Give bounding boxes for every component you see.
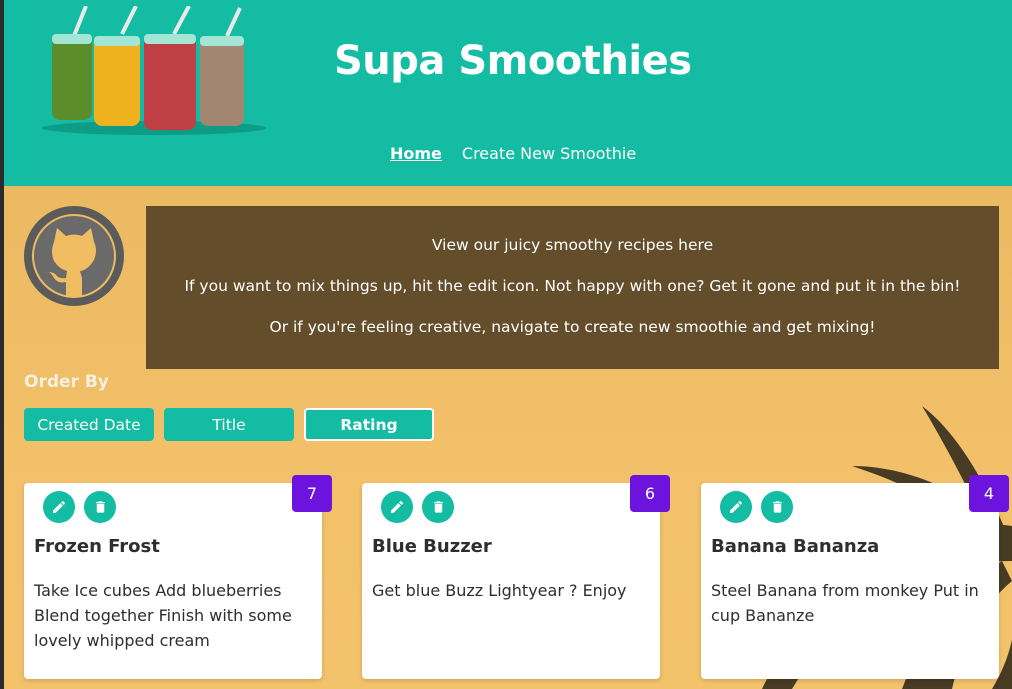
smoothie-method: Get blue Buzz Lightyear ? Enjoy	[372, 581, 627, 600]
main-nav: Home Create New Smoothie	[390, 144, 636, 163]
edit-button[interactable]	[381, 491, 413, 523]
site-title: Supa Smoothies	[334, 38, 692, 84]
smoothie-card: 7 Frozen Frost Take Ice cubes Add bluebe…	[24, 475, 332, 679]
smoothie-method: Take Ice cubes Add blueberries Blend tog…	[34, 581, 292, 650]
pencil-icon	[730, 500, 742, 513]
delete-button[interactable]	[761, 491, 793, 523]
trash-icon	[433, 501, 443, 513]
smoothie-title: Banana Bananza	[711, 536, 880, 557]
intro-panel: View our juicy smoothy recipes here If y…	[146, 206, 999, 369]
pencil-icon	[53, 500, 65, 513]
smoothie-title: Frozen Frost	[34, 536, 160, 557]
site-header: Supa Smoothies Home Create New Smoothie	[4, 0, 1012, 186]
smoothie-glasses-image	[42, 6, 266, 135]
nav-create-smoothie-link[interactable]: Create New Smoothie	[462, 144, 636, 163]
intro-line-3: Or if you're feeling creative, navigate …	[269, 318, 876, 336]
intro-line-2: If you want to mix things up, hit the ed…	[184, 277, 961, 295]
sort-title-button[interactable]: Title	[164, 408, 294, 441]
trash-icon	[95, 501, 105, 513]
smoothie-card: 6 Blue Buzzer Get blue Buzz Lightyear ? …	[362, 475, 670, 679]
smoothie-title: Blue Buzzer	[372, 536, 492, 557]
rating-badge: 4	[969, 475, 1009, 512]
trash-icon	[772, 501, 782, 513]
edit-button[interactable]	[43, 491, 75, 523]
sort-rating-button[interactable]: Rating	[304, 408, 434, 441]
smoothie-card: 4 Banana Bananza Steel Banana from monke…	[701, 475, 1009, 679]
main-content: View our juicy smoothy recipes here If y…	[4, 186, 1012, 689]
pencil-icon	[391, 500, 403, 513]
delete-button[interactable]	[84, 491, 116, 523]
delete-button[interactable]	[422, 491, 454, 523]
intro-line-1: View our juicy smoothy recipes here	[431, 236, 714, 254]
github-icon[interactable]	[24, 206, 124, 306]
edit-button[interactable]	[720, 491, 752, 523]
sort-options: Created Date Title Rating	[24, 408, 434, 441]
smoothie-method: Steel Banana from monkey Put in cup Bana…	[711, 581, 979, 625]
rating-badge: 6	[630, 475, 670, 512]
rating-badge: 7	[292, 475, 332, 512]
sort-created-date-button[interactable]: Created Date	[24, 408, 154, 441]
order-by-label: Order By	[24, 372, 109, 392]
nav-home-link[interactable]: Home	[390, 144, 442, 163]
